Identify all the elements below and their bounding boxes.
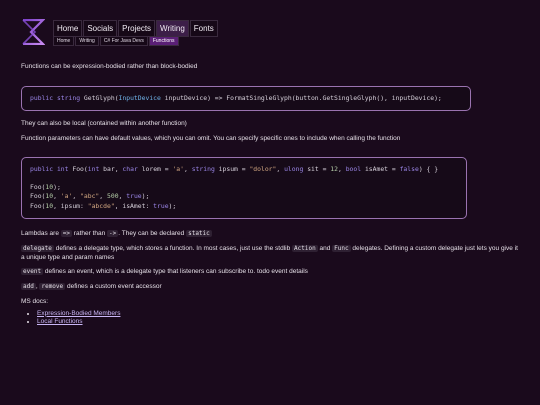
code-keyword: public	[30, 164, 54, 173]
nav-item-writing[interactable]: Writing	[156, 20, 189, 37]
text: Lambdas are	[21, 229, 61, 237]
code-keyword: char	[122, 164, 138, 173]
inline-code: ->	[107, 229, 119, 237]
inline-code: remove	[39, 283, 66, 291]
list-item: Local Functions	[37, 318, 521, 327]
code-text: ,	[337, 164, 346, 173]
code-string: "abc"	[80, 192, 100, 201]
paragraph-default-values: Function parameters can have default val…	[21, 134, 401, 142]
link-expression-bodied-members[interactable]: Expression-Bodied Members	[37, 310, 120, 317]
code-number: 12	[330, 164, 338, 173]
inline-code: Func	[332, 244, 351, 252]
nav-item-socials[interactable]: Socials	[83, 20, 118, 37]
nav-item-home[interactable]: Home	[53, 20, 83, 37]
list-item: Expression-Bodied Members	[37, 310, 521, 319]
code-text: );	[141, 192, 150, 201]
main-nav: Home Socials Projects Writing Fonts	[53, 20, 219, 37]
inline-code: Action	[292, 244, 318, 252]
code-keyword: string	[56, 93, 81, 102]
ms-docs-links: Expression-Bodied Members Local Function…	[21, 310, 521, 328]
code-text: sit =	[307, 164, 331, 173]
code-number: 10	[45, 201, 54, 210]
article-content: Functions can be expression-bodied rathe…	[21, 63, 521, 327]
paragraph-event: event defines an event, which is a deleg…	[21, 268, 521, 277]
code-text: Foo(	[30, 201, 46, 210]
code-string: "abcde"	[87, 201, 115, 210]
inline-code: add	[21, 283, 36, 291]
paragraph-delegate: delegate defines a delegate type, which …	[21, 244, 521, 263]
text: and	[317, 244, 333, 252]
code-string: 'a'	[172, 164, 184, 173]
code-keyword: ulong	[284, 164, 304, 173]
code-keyword: bool	[345, 164, 362, 173]
nav-item-fonts[interactable]: Fonts	[189, 20, 218, 37]
code-string: "dolor"	[249, 164, 277, 173]
text: defines a custom event accessor	[65, 283, 162, 291]
code-keyword: int	[87, 164, 100, 173]
code-text: Foo(	[30, 192, 46, 201]
code-keyword: true	[126, 192, 142, 201]
site-logo[interactable]	[21, 19, 45, 45]
code-text: Foo(	[30, 183, 46, 192]
code-block-expression-bodied: public string GetGlyph(InputDevice input…	[21, 85, 471, 112]
code-keyword: int	[56, 164, 69, 173]
text: . They can be declared	[118, 229, 187, 237]
paragraph-add-remove: add, remove defines a custom event acces…	[21, 283, 521, 292]
paragraph-expression-bodied: Functions can be expression-bodied rathe…	[21, 63, 198, 70]
inline-code: delegate	[21, 244, 54, 252]
nav-item-projects[interactable]: Projects	[118, 20, 156, 37]
code-text: ,	[53, 192, 61, 201]
code-text: isAmet =	[364, 164, 400, 173]
code-number: 10	[45, 183, 54, 192]
paragraph-local-functions: They can also be local (contained within…	[21, 120, 187, 128]
code-text: inputDevice	[164, 93, 208, 102]
code-text: ,	[184, 164, 192, 173]
ms-docs-label: MS docs:	[21, 297, 49, 305]
code-text: ) => FormatSingleGlyph(button.GetSingleG…	[207, 93, 442, 102]
code-number: 500	[107, 192, 119, 201]
code-text: , isAmet:	[114, 201, 154, 210]
code-type: InputDevice	[118, 93, 161, 102]
text: rather than	[71, 229, 108, 237]
inline-code: =>	[60, 229, 72, 237]
code-function-name: GetGlyph	[83, 93, 115, 102]
breadcrumb-csharp-for-java-devs[interactable]: C# For Java Devs	[99, 36, 148, 46]
breadcrumb: Home Writing C# For Java Devs Functions	[53, 36, 180, 46]
code-text: ,	[72, 192, 81, 201]
inline-code: event	[21, 268, 44, 276]
breadcrumb-functions[interactable]: Functions	[148, 36, 179, 46]
code-number: 10	[45, 192, 54, 201]
code-text: , ipsum:	[53, 201, 88, 210]
code-keyword: true	[153, 201, 169, 210]
code-keyword: false	[399, 164, 419, 173]
code-text: bar,	[103, 164, 123, 173]
breadcrumb-writing[interactable]: Writing	[75, 36, 99, 46]
code-text: ) { }	[418, 164, 439, 173]
link-local-functions[interactable]: Local Functions	[37, 318, 83, 325]
code-string: 'a'	[60, 192, 73, 201]
paragraph-lambdas: Lambdas are => rather than ->. They can …	[21, 229, 521, 239]
breadcrumb-home[interactable]: Home	[53, 36, 75, 46]
text: defines a delegate type, which stores a …	[53, 244, 293, 252]
code-text: ,	[99, 192, 107, 201]
text: defines an event, which is a delegate ty…	[43, 268, 308, 276]
code-text: ,	[276, 164, 285, 173]
code-text: );	[168, 201, 177, 210]
inline-code: static	[186, 229, 212, 237]
code-block-default-params: public int Foo( int bar, char lorem = 'a'…	[21, 156, 467, 219]
code-text: lorem =	[141, 164, 173, 173]
code-function-name: Foo	[72, 164, 84, 173]
code-keyword: string	[191, 164, 215, 173]
code-keyword: public	[30, 93, 54, 102]
code-text: );	[53, 183, 61, 192]
code-text: ipsum =	[218, 164, 250, 173]
